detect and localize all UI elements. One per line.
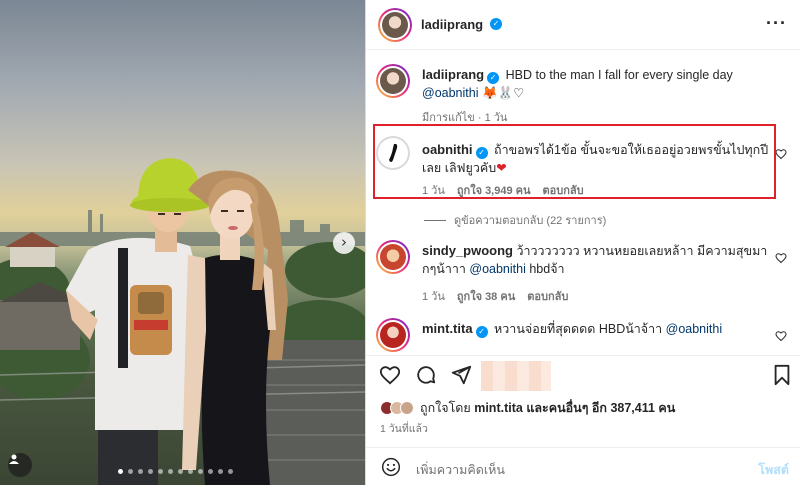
comment-meta: 1 วัน ถูกใจ 38 คน ตอบกลับ [422,287,568,305]
caption-username[interactable]: ladiiprang [422,67,484,82]
like-comment-heart-icon[interactable] [775,148,787,160]
emoji-smiley-icon[interactable] [381,457,401,477]
post-comment-button[interactable]: โพสต์ [758,460,789,480]
like-comment-heart-icon[interactable] [775,330,787,342]
verified-badge-icon: ✓ [490,18,502,30]
carousel-indicator [118,469,233,474]
more-options-icon[interactable]: ··· [766,13,787,34]
likes-user[interactable]: mint.tita [474,401,523,415]
likes-middle: และคนอื่นๆ อีก [526,401,607,415]
comment-username[interactable]: sindy_pwoong [422,243,513,258]
replies-divider [424,219,446,221]
carousel-dot [188,469,193,474]
carousel-dot [228,469,233,474]
carousel-dot [148,469,153,474]
comment-avatar[interactable] [376,240,410,274]
view-replies-label: ดูข้อความตอบกลับ (22 รายการ) [454,215,607,227]
share-paper-plane-icon[interactable] [450,364,472,386]
like-comment-heart-icon[interactable] [775,252,787,264]
comment-mention[interactable]: @oabnithi [469,262,525,276]
caption-mention[interactable]: @oabnithi [422,86,478,100]
comment-item: sindy_pwoong ว้าววววววว หวานหยอยเลยหล้าา… [376,240,787,306]
post-header: ladiiprang ✓ ··· [366,0,800,50]
comments-list[interactable]: ladiiprang ✓ HBD to the man I fall for ev… [366,50,800,355]
post-photo[interactable]: › [0,0,365,485]
likes-summary[interactable]: ถูกใจโดย mint.tita และคนอื่นๆ อีก 387,41… [380,398,675,418]
posted-time: 1 วันที่แล้ว [380,423,428,435]
comment-text: sindy_pwoong ว้าววววววว หวานหยอยเลยหล้าา… [422,242,772,278]
comment-body-tail: hbdจ้า [529,262,565,276]
caption-text: ladiiprang ✓ HBD to the man I fall for ev… [422,66,772,102]
carousel-dot [118,469,123,474]
comment-body: หวานจ่อยที่สุดดดด HBDน้าจ้าา [494,322,663,336]
action-bar [366,355,800,395]
likes-count[interactable]: 387,411 คน [610,398,675,418]
carousel-dot [138,469,143,474]
author-avatar[interactable] [378,8,412,42]
reply-button[interactable]: ตอบกลับ [527,287,568,305]
carousel-dot [178,469,183,474]
carousel-dot [158,469,163,474]
verified-badge-icon: ✓ [487,72,500,84]
comment-avatar[interactable] [376,318,410,352]
caption-avatar[interactable] [376,64,410,98]
author-username[interactable]: ladiiprang [421,17,483,32]
carousel-dot [128,469,133,474]
carousel-dot [218,469,223,474]
comment-input[interactable]: เพิ่มความคิดเห็น [416,460,505,480]
comment-username[interactable]: mint.tita [422,321,473,336]
next-photo-button[interactable]: › [333,232,355,254]
tagged-users-button[interactable] [8,453,32,477]
verified-badge-icon: ✓ [475,326,488,338]
photo-scene [0,158,365,485]
comment-text: mint.tita ✓ หวานจ่อยที่สุดดดด HBDน้าจ้าา … [422,320,772,338]
carousel-dot [198,469,203,474]
caption-emoji: 🦊🐰♡ [481,86,525,100]
comment-bubble-icon[interactable] [415,364,437,386]
caption-body: HBD to the man I fall for every single d… [505,68,733,82]
comment-time: 1 วัน [422,291,445,303]
caption: ladiiprang ✓ HBD to the man I fall for ev… [376,64,771,124]
post-sidebar: ladiiprang ✓ ··· ladiiprang ✓ HBD to the … [365,0,800,485]
liker-avatars [380,401,414,415]
comment-item: mint.tita ✓ หวานจ่อยที่สุดดดด HBDน้าจ้าา … [376,318,787,355]
like-heart-icon[interactable] [379,364,401,386]
obscured-area [481,361,551,391]
comment-like-count[interactable]: ถูกใจ 38 คน [457,287,515,305]
carousel-dot [208,469,213,474]
carousel-dot [168,469,173,474]
view-replies-button[interactable]: ดูข้อความตอบกลับ (22 รายการ) [424,211,606,229]
liker-avatar [400,401,414,415]
highlighted-comment-frame [373,124,776,199]
comment-mention[interactable]: @oabnithi [666,322,722,336]
save-bookmark-icon[interactable] [771,364,793,386]
likes-prefix: ถูกใจโดย [420,401,471,415]
user-icon [9,454,19,464]
add-comment-bar: เพิ่มความคิดเห็น โพสต์ [366,447,800,485]
